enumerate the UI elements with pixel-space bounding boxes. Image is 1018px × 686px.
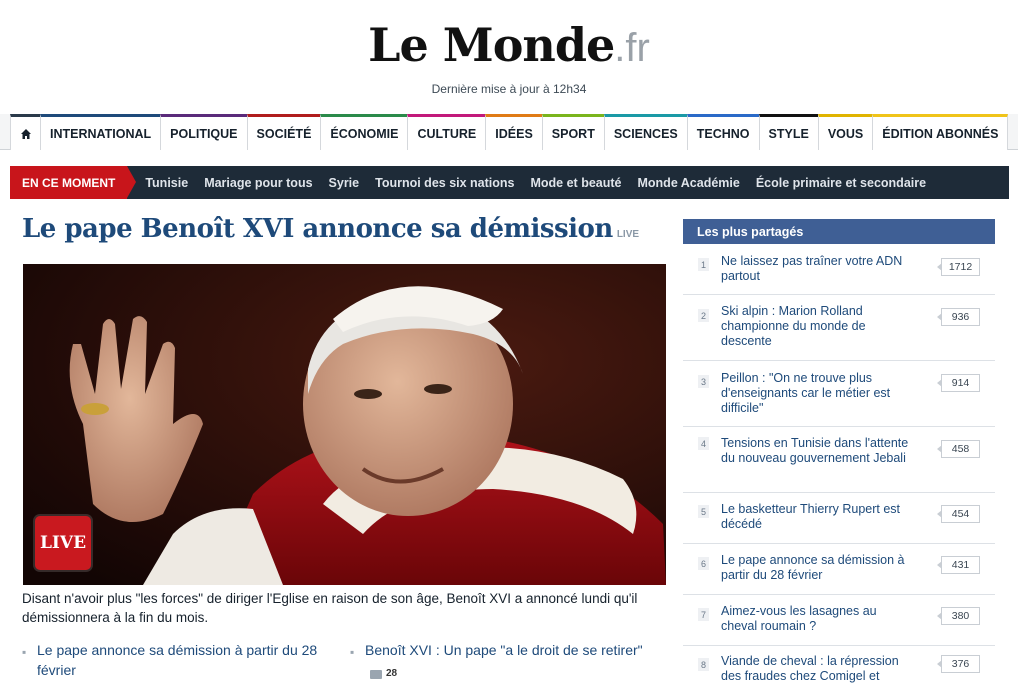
nav-item-sport[interactable]: SPORT	[541, 114, 604, 150]
trending-link[interactable]: Mode et beauté	[531, 176, 622, 190]
logo-domain: .fr	[614, 26, 650, 70]
sidebar-title: Les plus partagés	[683, 219, 995, 244]
nav-item-sciences[interactable]: SCIENCES	[603, 114, 687, 150]
shared-rank: 7	[698, 608, 709, 621]
last-updated: Dernière mise à jour à 12h34	[431, 82, 587, 96]
shared-rank: 5	[698, 505, 709, 518]
shared-item[interactable]: 5 Le basketteur Thierry Rupert est décéd…	[683, 493, 995, 544]
main-nav: INTERNATIONAL POLITIQUE SOCIÉTÉ ÉCONOMIE…	[0, 114, 1018, 150]
pope-photo-illustration	[23, 264, 666, 585]
share-count: 380	[937, 607, 980, 625]
article-summary: Disant n'avoir plus "les forces" de diri…	[22, 591, 638, 625]
shared-rank: 3	[698, 375, 709, 388]
shared-title[interactable]: Viande de cheval : la répression des fra…	[721, 654, 916, 684]
bullet-icon: ▪	[350, 645, 355, 659]
nav-item-idees[interactable]: IDÉES	[485, 114, 542, 150]
live-badge[interactable]: LIVE	[35, 516, 91, 570]
most-shared-sidebar: Les plus partagés 1 Ne laissez pas traîn…	[683, 219, 995, 686]
related-link-text[interactable]: Le pape annonce sa démission à partir du…	[22, 640, 322, 680]
shared-rank: 6	[698, 557, 709, 570]
trending-link[interactable]: Mariage pour tous	[204, 176, 312, 190]
comment-count-value: 28	[386, 668, 398, 679]
share-count: 1712	[937, 258, 980, 276]
shared-title[interactable]: Le pape annonce sa démission à partir du…	[721, 553, 916, 583]
shared-item[interactable]: 1 Ne laissez pas traîner votre ADN parto…	[683, 244, 995, 295]
shared-item[interactable]: 6 Le pape annonce sa démission à partir …	[683, 544, 995, 595]
comment-icon	[370, 669, 382, 679]
shared-title[interactable]: Ski alpin : Marion Rolland championne du…	[721, 304, 916, 349]
headline-text[interactable]: Le pape Benoît XVI annonce sa démission	[22, 214, 613, 244]
share-count: 376	[937, 655, 980, 673]
shared-title[interactable]: Peillon : "On ne trouve plus d'enseignan…	[721, 371, 916, 416]
trending-link[interactable]: Monde Académie	[638, 176, 740, 190]
shared-item[interactable]: 4 Tensions en Tunisie dans l'attente du …	[683, 427, 995, 493]
headline-live-tag: LIVE	[616, 229, 640, 240]
bullet-icon: ▪	[22, 645, 27, 659]
shared-item[interactable]: 3 Peillon : "On ne trouve plus d'enseign…	[683, 361, 995, 427]
nav-item-international[interactable]: INTERNATIONAL	[40, 114, 161, 150]
home-icon	[20, 128, 31, 139]
most-shared-list: 1 Ne laissez pas traîner votre ADN parto…	[683, 244, 995, 686]
nav-item-vous[interactable]: VOUS	[817, 114, 873, 150]
nav-item-techno[interactable]: TECHNO	[686, 114, 759, 150]
nav-item-culture[interactable]: CULTURE	[407, 114, 486, 150]
comment-count[interactable]: 28	[370, 664, 397, 684]
related-link[interactable]: ▪ Benoît XVI : Un pape "a le droit de se…	[350, 640, 650, 679]
shared-title[interactable]: Tensions en Tunisie dans l'attente du no…	[721, 436, 916, 466]
share-count: 914	[937, 374, 980, 392]
share-count: 936	[937, 308, 980, 326]
site-logo[interactable]: Le Monde.fr	[0, 18, 1018, 72]
nav-item-politique[interactable]: POLITIQUE	[160, 114, 247, 150]
trending-bar: EN CE MOMENT Tunisie Mariage pour tous S…	[10, 166, 1009, 199]
related-link-text[interactable]: Benoît XVI : Un pape "a le droit de se r…	[350, 640, 650, 660]
related-link[interactable]: ▪ Le pape annonce sa démission à partir …	[22, 640, 322, 680]
article-photo[interactable]: LIVE	[23, 264, 666, 585]
share-count: 458	[937, 440, 980, 458]
trending-link[interactable]: École primaire et secondaire	[756, 176, 926, 190]
shared-rank: 2	[698, 309, 709, 322]
shared-rank: 8	[698, 658, 709, 671]
shared-item[interactable]: 7 Aimez-vous les lasagnes au cheval roum…	[683, 595, 995, 646]
share-count: 431	[937, 556, 980, 574]
trending-link[interactable]: Tournoi des six nations	[375, 176, 514, 190]
shared-title[interactable]: Aimez-vous les lasagnes au cheval roumai…	[721, 604, 916, 634]
article-headline[interactable]: Le pape Benoît XVI annonce sa démission L…	[22, 214, 639, 244]
share-count: 454	[937, 505, 980, 523]
shared-title[interactable]: Le basketteur Thierry Rupert est décédé	[721, 502, 916, 532]
nav-item-economie[interactable]: ÉCONOMIE	[320, 114, 408, 150]
trending-link[interactable]: Syrie	[329, 176, 360, 190]
nav-item-edition-abonnes[interactable]: ÉDITION ABONNÉS	[872, 114, 1009, 150]
nav-item-societe[interactable]: SOCIÉTÉ	[246, 114, 321, 150]
shared-item[interactable]: 2 Ski alpin : Marion Rolland championne …	[683, 295, 995, 361]
trending-link[interactable]: Tunisie	[145, 176, 188, 190]
logo-wordmark: Le Monde	[368, 18, 615, 72]
nav-item-style[interactable]: STYLE	[758, 114, 818, 150]
shared-item[interactable]: 8 Viande de cheval : la répression des f…	[683, 646, 995, 686]
trending-label: EN CE MOMENT	[10, 166, 137, 199]
shared-rank: 4	[698, 437, 709, 450]
shared-rank: 1	[698, 258, 709, 271]
nav-home[interactable]	[10, 114, 40, 150]
shared-title[interactable]: Ne laissez pas traîner votre ADN partout	[721, 254, 916, 284]
masthead: Le Monde.fr Dernière mise à jour à 12h34	[0, 0, 1018, 114]
